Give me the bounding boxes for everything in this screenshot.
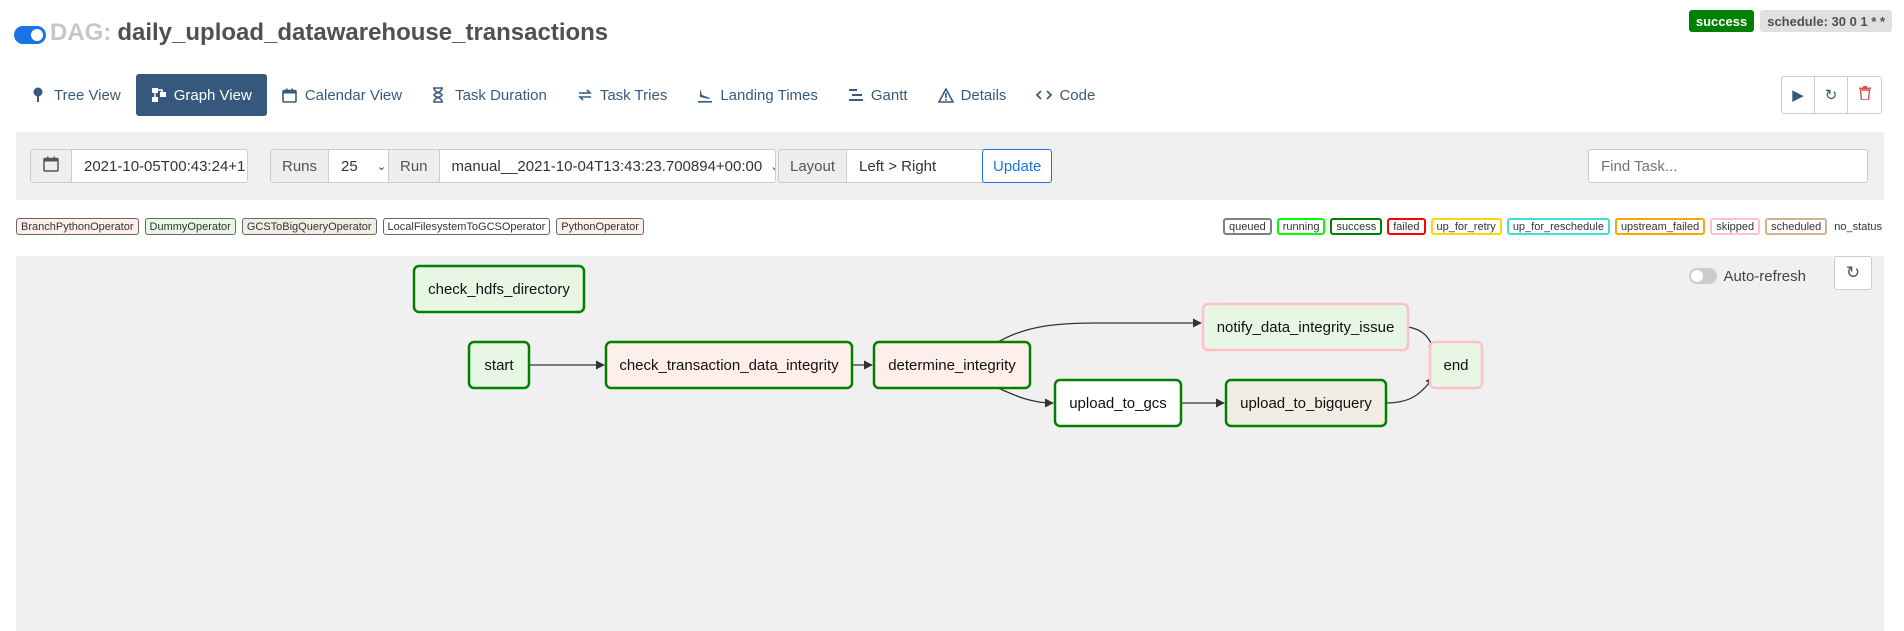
- base-date-input[interactable]: 2021-10-05T00:43:24+1: [72, 149, 248, 183]
- base-date-group: 2021-10-05T00:43:24+1: [30, 149, 248, 183]
- dag-edge-determine-integrity-to-upload-to-gcs: [997, 387, 1054, 408]
- task-node-notify-data-integrity-issue[interactable]: notify_data_integrity_issue: [1201, 302, 1410, 352]
- tab-label: Graph View: [173, 86, 252, 104]
- task-node-upload-to-bigquery[interactable]: upload_to_bigquery: [1224, 378, 1388, 428]
- date-picker-button[interactable]: [30, 149, 72, 183]
- calendar-icon: [43, 156, 59, 176]
- tab-graph-view[interactable]: Graph View: [135, 74, 267, 116]
- legend-state-skipped[interactable]: skipped: [1710, 218, 1761, 235]
- task-node-label: determine_integrity: [888, 357, 1016, 374]
- task-node-check-transaction-data-integrity[interactable]: check_transaction_data_integrity: [604, 340, 854, 390]
- tree-icon: [31, 87, 47, 103]
- tab-label: Landing Times: [720, 86, 818, 104]
- task-node-upload-to-gcs[interactable]: upload_to_gcs: [1053, 378, 1183, 428]
- task-node-label: check_hdfs_directory: [428, 281, 570, 298]
- update-button[interactable]: Update: [982, 149, 1053, 183]
- plane-landing-icon: [697, 87, 713, 103]
- schedule-badge: schedule: 30 0 1 * *: [1760, 10, 1892, 32]
- dag-title: daily_upload_datawarehouse_transactions: [117, 19, 609, 46]
- task-node-label: start: [484, 357, 514, 374]
- legend-state-queued[interactable]: queued: [1223, 218, 1272, 235]
- dag-graph-canvas[interactable]: Auto-refresh ↻ check_hdfs_directory start…: [16, 256, 1884, 631]
- runs-group: Runs 25 ⌄: [270, 149, 400, 183]
- code-icon: [1036, 88, 1053, 102]
- legend-operator[interactable]: GCSToBigQueryOperator: [241, 218, 377, 235]
- retry-icon: [577, 87, 593, 103]
- legend-state-running[interactable]: running: [1276, 218, 1326, 235]
- tab-gantt[interactable]: Gantt: [833, 74, 923, 116]
- dag-graph-svg: check_hdfs_directorystart check_transacti…: [412, 264, 1484, 428]
- tab-label: Gantt: [870, 86, 908, 104]
- legend-state-upstream-failed[interactable]: upstream_failed: [1614, 218, 1706, 235]
- run-group: Run manual__2021-10-04T13:43:23.700894+0…: [388, 149, 776, 183]
- tab-task-tries[interactable]: Task Tries: [562, 74, 683, 116]
- dag-state-badge: success: [1688, 10, 1755, 32]
- legend-operator[interactable]: DummyOperator: [144, 218, 236, 235]
- find-task-input[interactable]: [1588, 149, 1868, 183]
- graph-icon: [151, 87, 167, 103]
- legend-state-success[interactable]: success: [1330, 218, 1383, 235]
- legend-state-up-for-retry[interactable]: up_for_retry: [1430, 218, 1502, 235]
- run-label: Run: [388, 149, 440, 183]
- dag-action-buttons: ▶ ↻: [1781, 76, 1882, 114]
- warning-triangle-icon: [937, 87, 954, 103]
- tab-label: Calendar View: [304, 86, 403, 104]
- layout-group: Layout Left > Right ⌄: [778, 149, 1014, 183]
- dag-header: DAG: daily_upload_datawarehouse_transact…: [14, 16, 608, 50]
- tab-tree-view[interactable]: Tree View: [16, 74, 136, 116]
- legend-state-up-for-reschedule[interactable]: up_for_reschedule: [1506, 218, 1610, 235]
- tab-label: Tree View: [54, 86, 121, 104]
- task-node-determine-integrity[interactable]: determine_integrity: [872, 340, 1032, 390]
- task-node-label: notify_data_integrity_issue: [1217, 319, 1395, 336]
- task-node-check-hdfs-directory[interactable]: check_hdfs_directory: [412, 264, 586, 314]
- legend-state-failed[interactable]: failed: [1387, 218, 1426, 235]
- runs-label: Runs: [270, 149, 330, 183]
- task-node-end[interactable]: end: [1428, 340, 1484, 390]
- run-select[interactable]: manual__2021-10-04T13:43:23.700894+00:00…: [439, 149, 776, 183]
- tab-label: Task Tries: [599, 86, 668, 104]
- legend-operator[interactable]: LocalFilesystemToGCSOperator: [382, 218, 551, 235]
- tab-label: Code: [1059, 86, 1096, 104]
- tab-code[interactable]: Code: [1021, 74, 1110, 116]
- layout-value: Left > Right: [859, 157, 937, 175]
- hourglass-icon: [432, 87, 448, 103]
- chevron-down-icon: ⌄: [770, 160, 774, 173]
- calendar-icon: [282, 88, 298, 103]
- tab-label: Details: [960, 86, 1007, 104]
- tab-details[interactable]: Details: [923, 74, 1022, 116]
- legend-operator[interactable]: PythonOperator: [556, 218, 644, 235]
- state-legend: queued running success failed up_for_ret…: [1223, 218, 1882, 235]
- tab-landing-times[interactable]: Landing Times: [682, 74, 833, 116]
- task-node-label: upload_to_gcs: [1069, 395, 1167, 412]
- layout-label: Layout: [778, 149, 848, 183]
- task-node-start[interactable]: start: [467, 340, 531, 390]
- chevron-down-icon: ⌄: [376, 160, 387, 173]
- legend-state-no-status[interactable]: no_status: [1832, 218, 1882, 235]
- refresh-dag-button[interactable]: ↻: [1815, 77, 1848, 113]
- dag-edge-upload-to-bigquery-to-end: [1385, 376, 1435, 404]
- task-node-label: upload_to_bigquery: [1240, 395, 1372, 412]
- dag-edge-determine-integrity-to-notify-data-integrity-issue: [997, 318, 1202, 343]
- task-node-label: check_transaction_data_integrity: [619, 357, 839, 374]
- play-icon: ▶: [1792, 87, 1804, 104]
- tab-calendar-view[interactable]: Calendar View: [267, 74, 417, 116]
- refresh-icon: ↻: [1824, 87, 1838, 104]
- tab-label: Task Duration: [455, 86, 547, 104]
- task-node-label: end: [1443, 357, 1468, 374]
- dag-label: DAG:: [50, 19, 112, 46]
- runs-value: 25: [341, 157, 358, 175]
- header-badges: success schedule: 30 0 1 * *: [1688, 10, 1892, 32]
- run-value: manual__2021-10-04T13:43:23.700894+00:00: [451, 157, 763, 175]
- graph-filter-bar: 2021-10-05T00:43:24+1 Runs 25 ⌄ Run manu…: [16, 132, 1884, 200]
- trigger-dag-button[interactable]: ▶: [1782, 77, 1815, 113]
- trash-icon: [1858, 86, 1871, 104]
- operator-legend: BranchPythonOperator DummyOperator GCSTo…: [16, 218, 644, 235]
- gantt-icon: [848, 87, 864, 103]
- delete-dag-button[interactable]: [1848, 77, 1881, 113]
- legend-operator[interactable]: BranchPythonOperator: [16, 218, 139, 235]
- tab-task-duration[interactable]: Task Duration: [417, 74, 562, 116]
- dag-nav-tabs: Tree View Graph View Calendar View Task …: [16, 74, 1110, 116]
- toggle-on-icon[interactable]: [14, 25, 46, 44]
- legend-state-scheduled[interactable]: scheduled: [1765, 218, 1828, 235]
